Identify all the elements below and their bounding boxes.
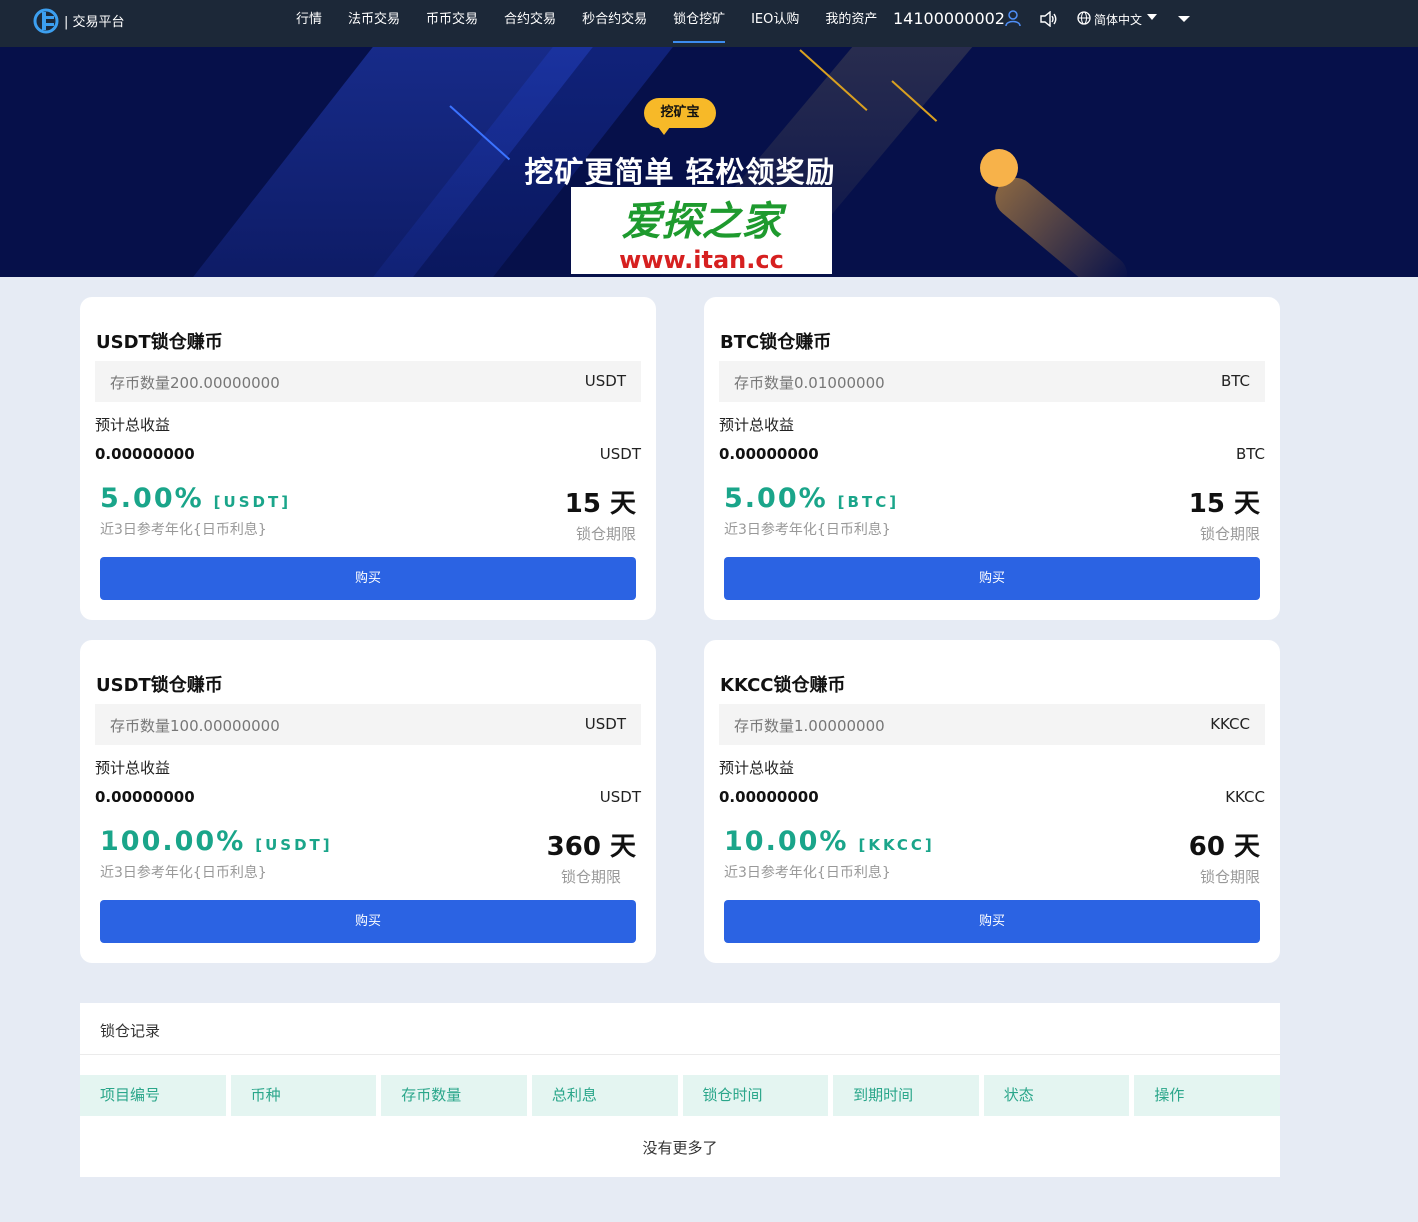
account-number[interactable]: 14100000002 [893,9,1005,28]
nav-link-lock-mining[interactable]: 锁仓挖矿 [673,0,726,47]
amount-currency: KKCC [1210,715,1250,733]
buy-button[interactable]: 购买 [724,557,1260,600]
empty-message: 没有更多了 [642,1139,718,1157]
column-header-coin: 币种 [230,1075,377,1116]
divider [80,1054,1280,1055]
column-header-action: 操作 [1134,1075,1280,1116]
annual-rate: 100.00% [USDT] [100,826,333,857]
amount-input[interactable]: 存币数量0.01000000 BTC [719,361,1265,402]
language-selector[interactable]: 简体中文 [1094,11,1142,28]
rate-caption: 近3日参考年化{日币利息} [100,522,267,538]
nav-link-market[interactable]: 行情 [296,0,322,47]
buy-button[interactable]: 购买 [724,900,1260,943]
more-menu-caret-icon[interactable] [1178,16,1190,22]
rate-value: 5.00% [100,483,204,514]
estimate-label: 预计总收益 [719,759,795,777]
rate-tag: [KKCC] [858,836,935,854]
estimate-currency: BTC [1235,445,1265,463]
amount-placeholder: 存币数量1.00000000 [734,717,885,735]
estimate-label: 预计总收益 [95,416,171,434]
estimate-value: 0.00000000 [719,788,819,806]
logo-icon[interactable] [33,8,59,34]
lock-product-card: KKCC锁仓赚币 存币数量1.00000000 KKCC 预计总收益 0.000… [704,640,1280,963]
amount-placeholder: 存币数量100.00000000 [110,717,280,735]
amount-placeholder: 存币数量0.01000000 [734,374,885,392]
nav-link-fiat[interactable]: 法币交易 [348,0,400,47]
nav-link-second-contract[interactable]: 秒合约交易 [582,0,647,47]
rate-caption: 近3日参考年化{日币利息} [724,522,891,538]
user-icon[interactable] [1005,10,1021,27]
amount-placeholder: 存币数量200.00000000 [110,374,280,392]
card-title: KKCC锁仓赚币 [720,675,846,696]
buy-button[interactable]: 购买 [100,900,636,943]
estimate-label: 预计总收益 [719,416,795,434]
annual-rate: 5.00% [BTC] [724,483,899,514]
brand-name: | 交易平台 [64,15,125,30]
nav-links: 行情 法币交易 币币交易 合约交易 秒合约交易 锁仓挖矿 IEO认购 我的资产 [296,0,903,47]
estimate-currency: USDT [599,445,641,463]
nav-link-spot[interactable]: 币币交易 [426,0,478,47]
rate-caption: 近3日参考年化{日币利息} [100,865,267,881]
annual-rate: 5.00% [USDT] [100,483,291,514]
lock-days-caption: 锁仓期限 [560,868,621,886]
card-title: USDT锁仓赚币 [96,675,223,696]
rate-caption: 近3日参考年化{日币利息} [724,865,891,881]
speaker-icon[interactable] [1040,11,1058,27]
lock-product-card: BTC锁仓赚币 存币数量0.01000000 BTC 预计总收益 0.00000… [704,297,1280,620]
amount-input[interactable]: 存币数量1.00000000 KKCC [719,704,1265,745]
lock-product-card: USDT锁仓赚币 存币数量100.00000000 USDT 预计总收益 0.0… [80,640,656,963]
annual-rate: 10.00% [KKCC] [724,826,935,857]
estimate-value: 0.00000000 [719,445,819,463]
estimate-currency: KKCC [1225,788,1265,806]
buy-button[interactable]: 购买 [100,557,636,600]
rate-tag: [USDT] [213,493,292,511]
estimate-label: 预计总收益 [95,759,171,777]
estimate-value: 0.00000000 [95,788,195,806]
amount-input[interactable]: 存币数量100.00000000 USDT [95,704,641,745]
lock-days-caption: 锁仓期限 [575,525,636,543]
rate-value: 10.00% [724,826,849,857]
estimate-currency: USDT [599,788,641,806]
column-header-interest: 总利息 [531,1075,678,1116]
amount-currency: USDT [584,715,626,733]
lock-days-caption: 锁仓期限 [1199,868,1260,886]
watermark-url: www.itan.cc [619,246,784,274]
lock-records-panel: 锁仓记录 项目编号 币种 存币数量 总利息 锁仓时间 到期时间 状态 操作 没有… [80,1003,1280,1177]
rate-tag: [BTC] [837,493,900,511]
column-header-id: 项目编号 [80,1075,226,1116]
column-header-lock-time: 锁仓时间 [682,1075,829,1116]
globe-icon[interactable] [1077,11,1091,25]
lock-days: 360 天 [546,832,636,862]
watermark-text: 爱探之家 [621,199,782,245]
rate-value: 5.00% [724,483,828,514]
estimate-value: 0.00000000 [95,445,195,463]
nav-link-assets[interactable]: 我的资产 [825,0,877,47]
hero-banner: 挖矿宝 挖矿更简单 轻松领奖励 爱探之家 www.itan.cc [0,47,1418,277]
card-title: BTC锁仓赚币 [720,332,832,353]
amount-currency: USDT [584,372,626,390]
records-title: 锁仓记录 [100,1022,161,1040]
column-header-status: 状态 [983,1075,1130,1116]
amount-currency: BTC [1220,372,1250,390]
nav-link-contract[interactable]: 合约交易 [504,0,556,47]
lock-product-card: USDT锁仓赚币 存币数量200.00000000 USDT 预计总收益 0.0… [80,297,656,620]
banner-badge: 挖矿宝 [644,98,716,135]
records-table-header: 项目编号 币种 存币数量 总利息 锁仓时间 到期时间 状态 操作 [80,1075,1280,1116]
banner-headline: 挖矿更简单 轻松领奖励 [524,155,836,189]
lock-days: 60 天 [1188,832,1260,862]
amount-input[interactable]: 存币数量200.00000000 USDT [95,361,641,402]
watermark-image: 爱探之家 www.itan.cc [571,187,832,274]
caret-down-icon[interactable] [1147,14,1157,20]
lock-days: 15 天 [564,489,636,519]
column-header-expiry: 到期时间 [833,1075,979,1116]
column-header-amount: 存币数量 [381,1075,527,1116]
lock-days-caption: 锁仓期限 [1199,525,1260,543]
card-title: USDT锁仓赚币 [96,332,223,353]
nav-link-ieo[interactable]: IEO认购 [751,0,799,47]
lock-days: 15 天 [1188,489,1260,519]
top-nav: | 交易平台 行情 法币交易 币币交易 合约交易 秒合约交易 锁仓挖矿 IEO认… [0,0,1418,47]
rate-value: 100.00% [100,826,246,857]
rate-tag: [USDT] [255,836,333,854]
